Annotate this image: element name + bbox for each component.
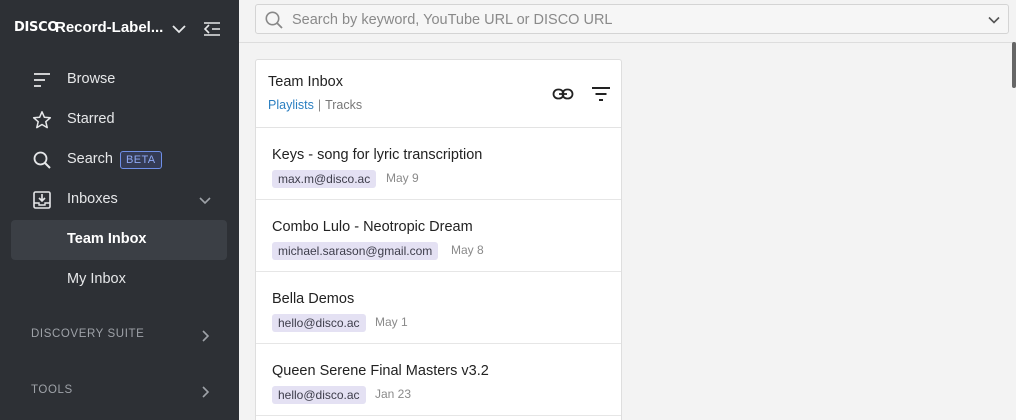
playlist-title: Combo Lulo - Neotropic Dream bbox=[272, 219, 473, 235]
section-tools[interactable]: TOOLS bbox=[31, 382, 211, 402]
nav-label-browse: Browse bbox=[67, 71, 116, 87]
chevron-right-icon bbox=[202, 386, 210, 398]
playlist-date: May 8 bbox=[451, 243, 484, 257]
nav-label-starred: Starred bbox=[67, 111, 115, 127]
inbox-panel: Team Inbox Playlists | Tracks Keys - song … bbox=[255, 59, 622, 420]
inbox-icon bbox=[33, 191, 51, 209]
sidebar: DISCO Record-Label... Browse Starred Sea… bbox=[0, 0, 239, 420]
sender-chip: max.m@disco.ac bbox=[272, 170, 377, 188]
list-item[interactable]: Combo Lulo - Neotropic Dream michael.sar… bbox=[256, 200, 621, 272]
section-label: TOOLS bbox=[31, 384, 73, 396]
link-icon[interactable] bbox=[552, 83, 574, 105]
scrollbar[interactable] bbox=[1012, 42, 1016, 88]
sender-chip: michael.sarason@gmail.com bbox=[272, 242, 439, 260]
sender-chip: hello@disco.ac bbox=[272, 314, 366, 332]
panel-title: Team Inbox bbox=[268, 74, 343, 90]
sidebar-item-label: My Inbox bbox=[67, 271, 126, 287]
playlist-title: Bella Demos bbox=[272, 291, 355, 307]
tab-playlists[interactable]: Playlists bbox=[268, 98, 314, 112]
search-icon bbox=[33, 151, 51, 169]
nav-item-browse[interactable]: Browse bbox=[11, 60, 227, 100]
playlist-date: May 1 bbox=[375, 315, 408, 329]
nav-item-inboxes[interactable]: Inboxes bbox=[11, 180, 227, 220]
chevron-down-icon[interactable] bbox=[170, 20, 188, 38]
filter-icon[interactable] bbox=[590, 83, 612, 105]
sender-chip: hello@disco.ac bbox=[272, 386, 366, 404]
playlist-date: Jan 23 bbox=[375, 387, 412, 401]
nav-label-inboxes: Inboxes bbox=[67, 191, 118, 207]
section-label: DISCOVERY SUITE bbox=[31, 328, 145, 340]
section-discovery-suite[interactable]: DISCOVERY SUITE bbox=[31, 326, 211, 346]
tab-tracks[interactable]: Tracks bbox=[325, 98, 362, 112]
list-item[interactable]: Bella Demos hello@disco.ac May 1 bbox=[256, 272, 621, 344]
sidebar-item-team-inbox[interactable]: Team Inbox bbox=[11, 220, 227, 260]
global-search[interactable] bbox=[255, 4, 1009, 34]
tab-separator: | bbox=[317, 98, 322, 112]
sidebar-item-label: Team Inbox bbox=[67, 231, 147, 247]
nav-item-search[interactable]: Search BETA bbox=[11, 140, 227, 180]
browse-icon bbox=[34, 73, 50, 87]
search-input[interactable] bbox=[292, 9, 972, 31]
chevron-right-icon bbox=[202, 330, 210, 342]
beta-badge: BETA bbox=[120, 151, 162, 169]
nav-item-starred[interactable]: Starred bbox=[11, 100, 227, 140]
collapse-sidebar-icon[interactable] bbox=[202, 19, 222, 39]
star-icon bbox=[32, 111, 52, 129]
sidebar-item-my-inbox[interactable]: My Inbox bbox=[11, 260, 227, 300]
playlist-date: May 9 bbox=[386, 171, 419, 185]
search-icon bbox=[265, 11, 283, 29]
list-item[interactable]: Keys - song for lyric transcription max.… bbox=[256, 128, 621, 200]
disco-logo: DISCO bbox=[14, 20, 59, 35]
nav-label-search: Search bbox=[67, 151, 113, 167]
chevron-down-icon[interactable] bbox=[197, 192, 213, 208]
list-item[interactable]: Queen Serene Final Masters v3.2 hello@di… bbox=[256, 344, 621, 416]
playlist-title: Queen Serene Final Masters v3.2 bbox=[272, 363, 489, 379]
playlist-title: Keys - song for lyric transcription bbox=[272, 147, 483, 163]
panel-tabs: Playlists | Tracks bbox=[268, 98, 362, 112]
org-name[interactable]: Record-Label... bbox=[55, 19, 163, 36]
chevron-down-icon[interactable] bbox=[985, 11, 1003, 29]
header-divider bbox=[239, 42, 1016, 43]
